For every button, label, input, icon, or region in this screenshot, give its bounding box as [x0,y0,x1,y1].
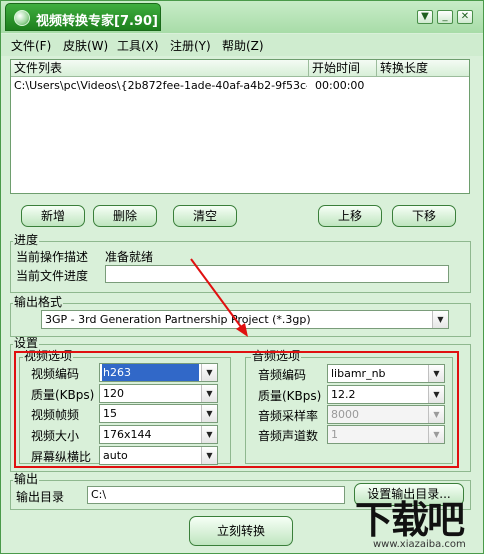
app-window: 视频转换专家[7.90] ▼ _ ✕ 文件(F) 皮肤(W) 工具(X) 注册(… [0,0,484,554]
output-dir-input[interactable]: C:\ [87,486,345,504]
output-group-label: 输出 [13,472,40,486]
convert-now-button[interactable]: 立刻转换 [189,516,293,546]
annotation-arrow-icon [190,258,248,337]
watermark-logo: 下载吧 [355,498,465,542]
output-dir-label: 输出目录 [16,490,65,504]
watermark-url: www.xiazaiba.com [373,539,466,550]
